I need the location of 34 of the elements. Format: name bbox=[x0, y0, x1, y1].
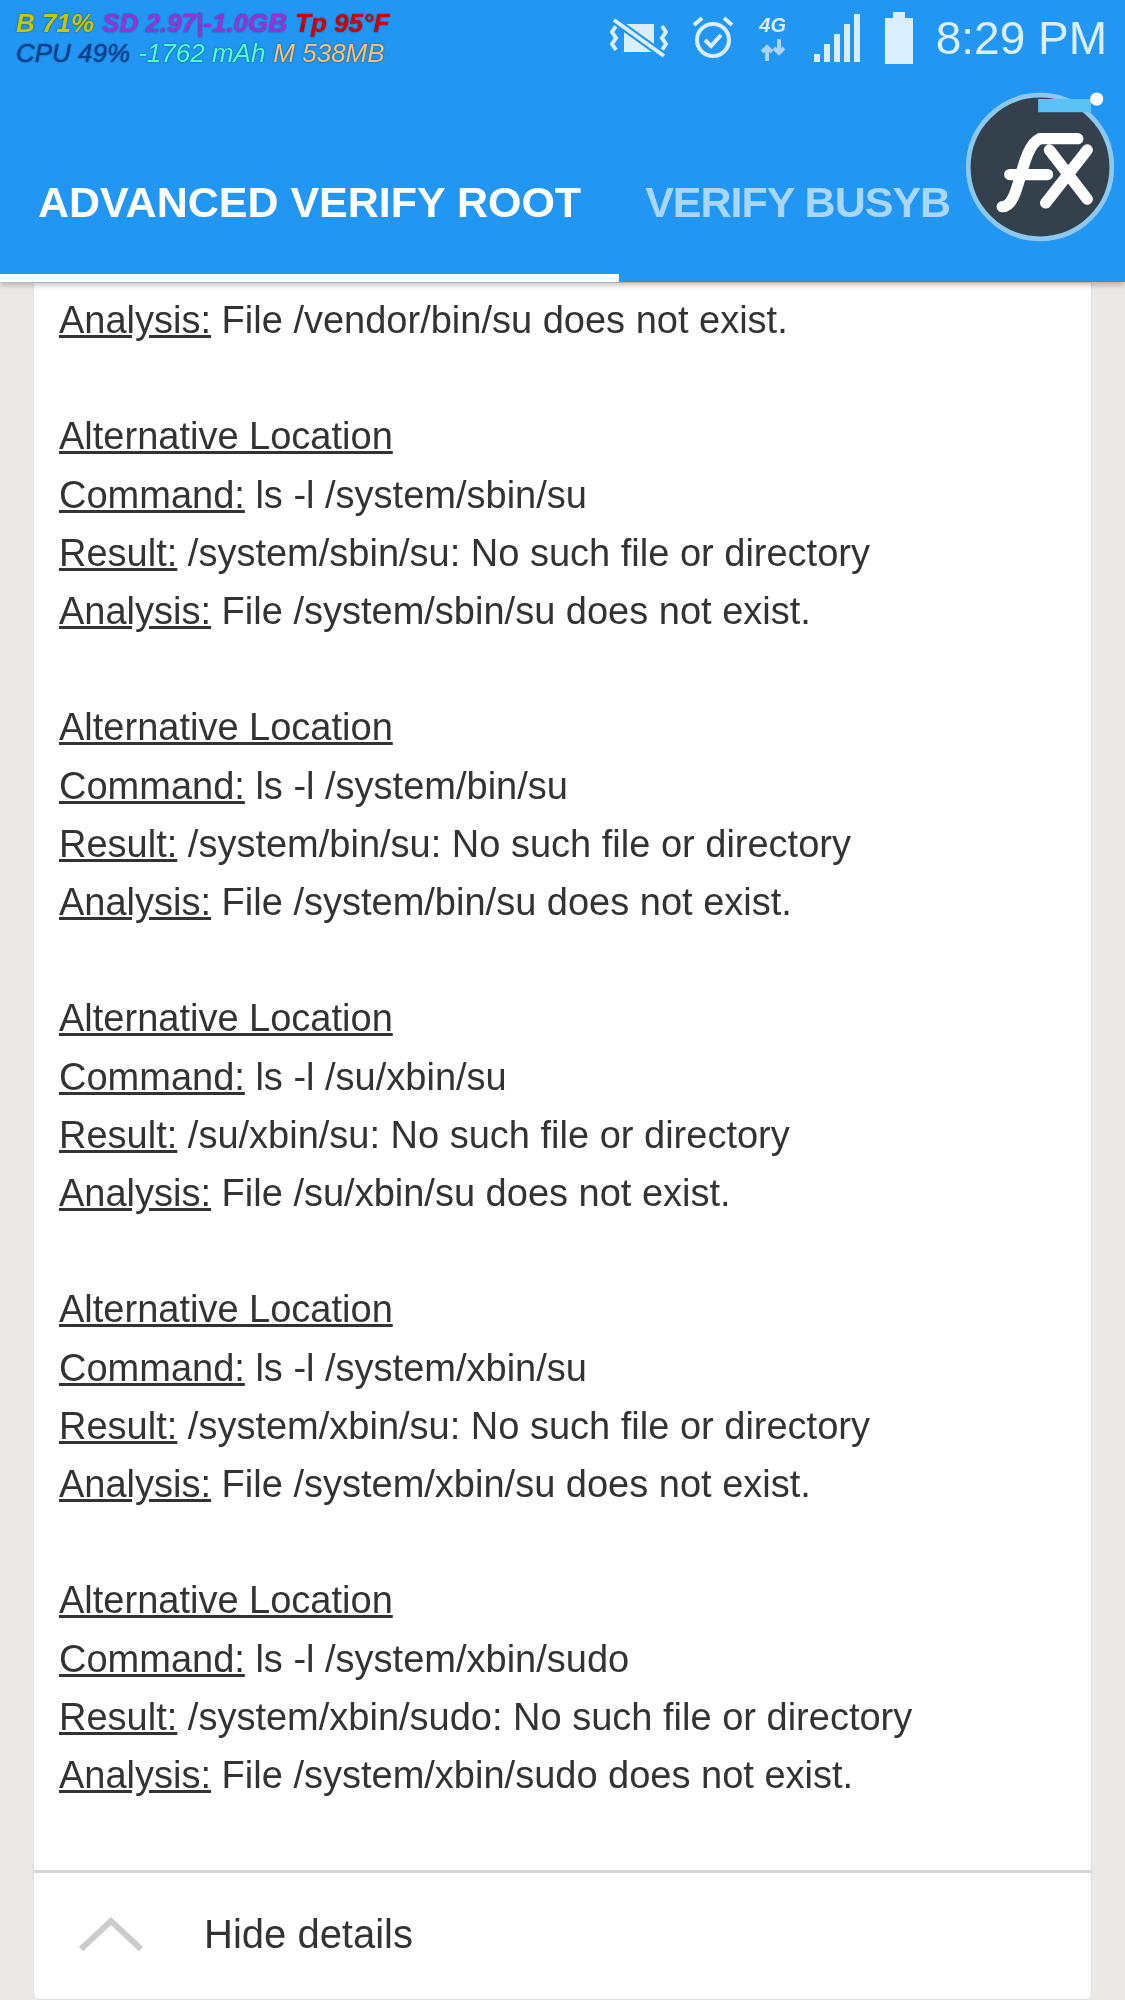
detail-line: Result: /system/xbin/sudo: No such file or directory bbox=[59, 1694, 914, 1740]
stat-readout: Tp 95°F bbox=[295, 8, 390, 38]
detail-line: Analysis: File /su/xbin/su does not exist. bbox=[59, 1171, 732, 1216]
detail-line: Result: /system/sbin/su: No such file or directory bbox=[59, 530, 871, 576]
stat-readout: -1762 mAh bbox=[138, 38, 266, 68]
section-heading: Alternative Location bbox=[59, 996, 394, 1042]
detail-line: Command: ls -l /system/sbin/su bbox=[59, 472, 588, 518]
battery-icon bbox=[883, 12, 914, 64]
stat-readout: B 71% bbox=[16, 8, 95, 38]
detail-line: Analysis: File /system/xbin/su does not exist. bbox=[59, 1462, 812, 1507]
detail-line: Command: ls -l /su/xbin/su bbox=[59, 1054, 508, 1100]
detail-line: Analysis: File /system/xbin/sudo does not exist. bbox=[59, 1753, 855, 1798]
detail-line: Command: ls -l /system/xbin/sudo bbox=[59, 1636, 631, 1682]
vibrate-mute-icon bbox=[609, 16, 668, 60]
section-heading: Alternative Location bbox=[59, 1287, 394, 1333]
detail-line: Result: /su/xbin/su: No such file or directory bbox=[59, 1112, 791, 1158]
detail-line: Command: ls -l /system/xbin/su bbox=[59, 1345, 588, 1391]
stat-readout: M 538MB bbox=[273, 38, 385, 68]
section-heading: Alternative Location bbox=[59, 1578, 394, 1624]
detail-line: Analysis: File /system/sbin/su does not exist. bbox=[59, 589, 812, 634]
stat-readout: SD 2.97|-1.0GB bbox=[102, 8, 288, 38]
chevron-up-icon bbox=[78, 1916, 144, 1952]
detail-line: Result: /system/bin/su: No such file or directory bbox=[59, 821, 852, 867]
section-heading: Alternative Location bbox=[59, 414, 394, 460]
tab[interactable]: VERIFY BUSYB bbox=[619, 130, 951, 282]
network-indicator: 4G bbox=[757, 15, 788, 61]
stat-readout: CPU 49% bbox=[16, 38, 131, 68]
hide-details-toggle[interactable]: Hide details bbox=[34, 1870, 1091, 1995]
detail-line: Command: ls -l /system/bin/su bbox=[59, 763, 569, 809]
section-heading: Alternative Location bbox=[59, 705, 394, 751]
detail-line: Result: /system/xbin/su: No such file or directory bbox=[59, 1403, 871, 1449]
detail-line: Analysis: File /system/bin/su does not exist. bbox=[59, 880, 793, 925]
clock: 8:29 PM bbox=[935, 11, 1107, 65]
detail-line: Analysis: File /vendor/bin/su does not exist. bbox=[59, 298, 789, 343]
